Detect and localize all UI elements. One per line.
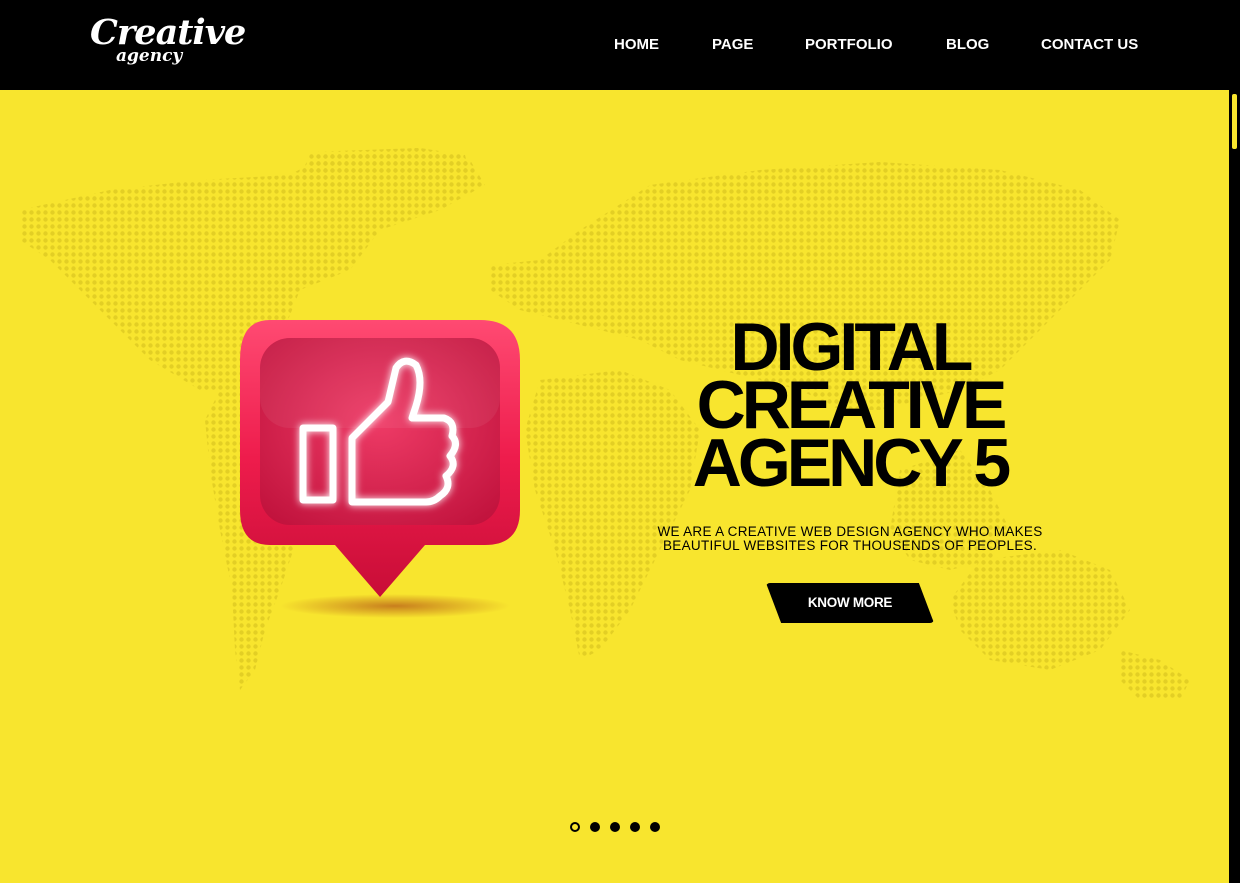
nav-item-page[interactable]: PAGE [712,36,753,54]
like-badge-illustration [240,320,520,618]
nav-item-contact-us[interactable]: CONTACT US [1041,36,1138,54]
slider-dot-3[interactable] [610,822,620,832]
slider-dot-1[interactable] [570,822,580,832]
top-navbar: Creative agency HOME PAGE PORTFOLIO BLOG… [0,0,1240,90]
nav-item-portfolio[interactable]: PORTFOLIO [805,36,893,54]
hero-subtitle-line: BEAUTIFUL WEBSITES FOR THOUSENDS OF PEOP… [662,538,1037,553]
page-scrollbar[interactable] [1229,90,1240,883]
hero-title-line: AGENCY 5 [692,425,1011,501]
hero-title: DIGITAL CREATIVE AGENCY 5 [620,313,1080,501]
hero-subtitle: WE ARE A CREATIVE WEB DESIGN AGENCY WHO … [610,525,1090,553]
slider-dot-2[interactable] [590,822,600,832]
slider-dot-5[interactable] [650,822,660,832]
scrollbar-thumb[interactable] [1232,94,1237,149]
slider-pagination [568,822,668,834]
main-nav: HOME PAGE PORTFOLIO BLOG CONTACT US [0,36,1240,56]
know-more-button[interactable]: KNOW MORE [766,583,934,623]
nav-item-blog[interactable]: BLOG [946,36,989,54]
hero-subtitle-line: WE ARE A CREATIVE WEB DESIGN AGENCY WHO … [657,524,1043,539]
slider-dot-4[interactable] [630,822,640,832]
nav-item-home[interactable]: HOME [614,36,659,54]
